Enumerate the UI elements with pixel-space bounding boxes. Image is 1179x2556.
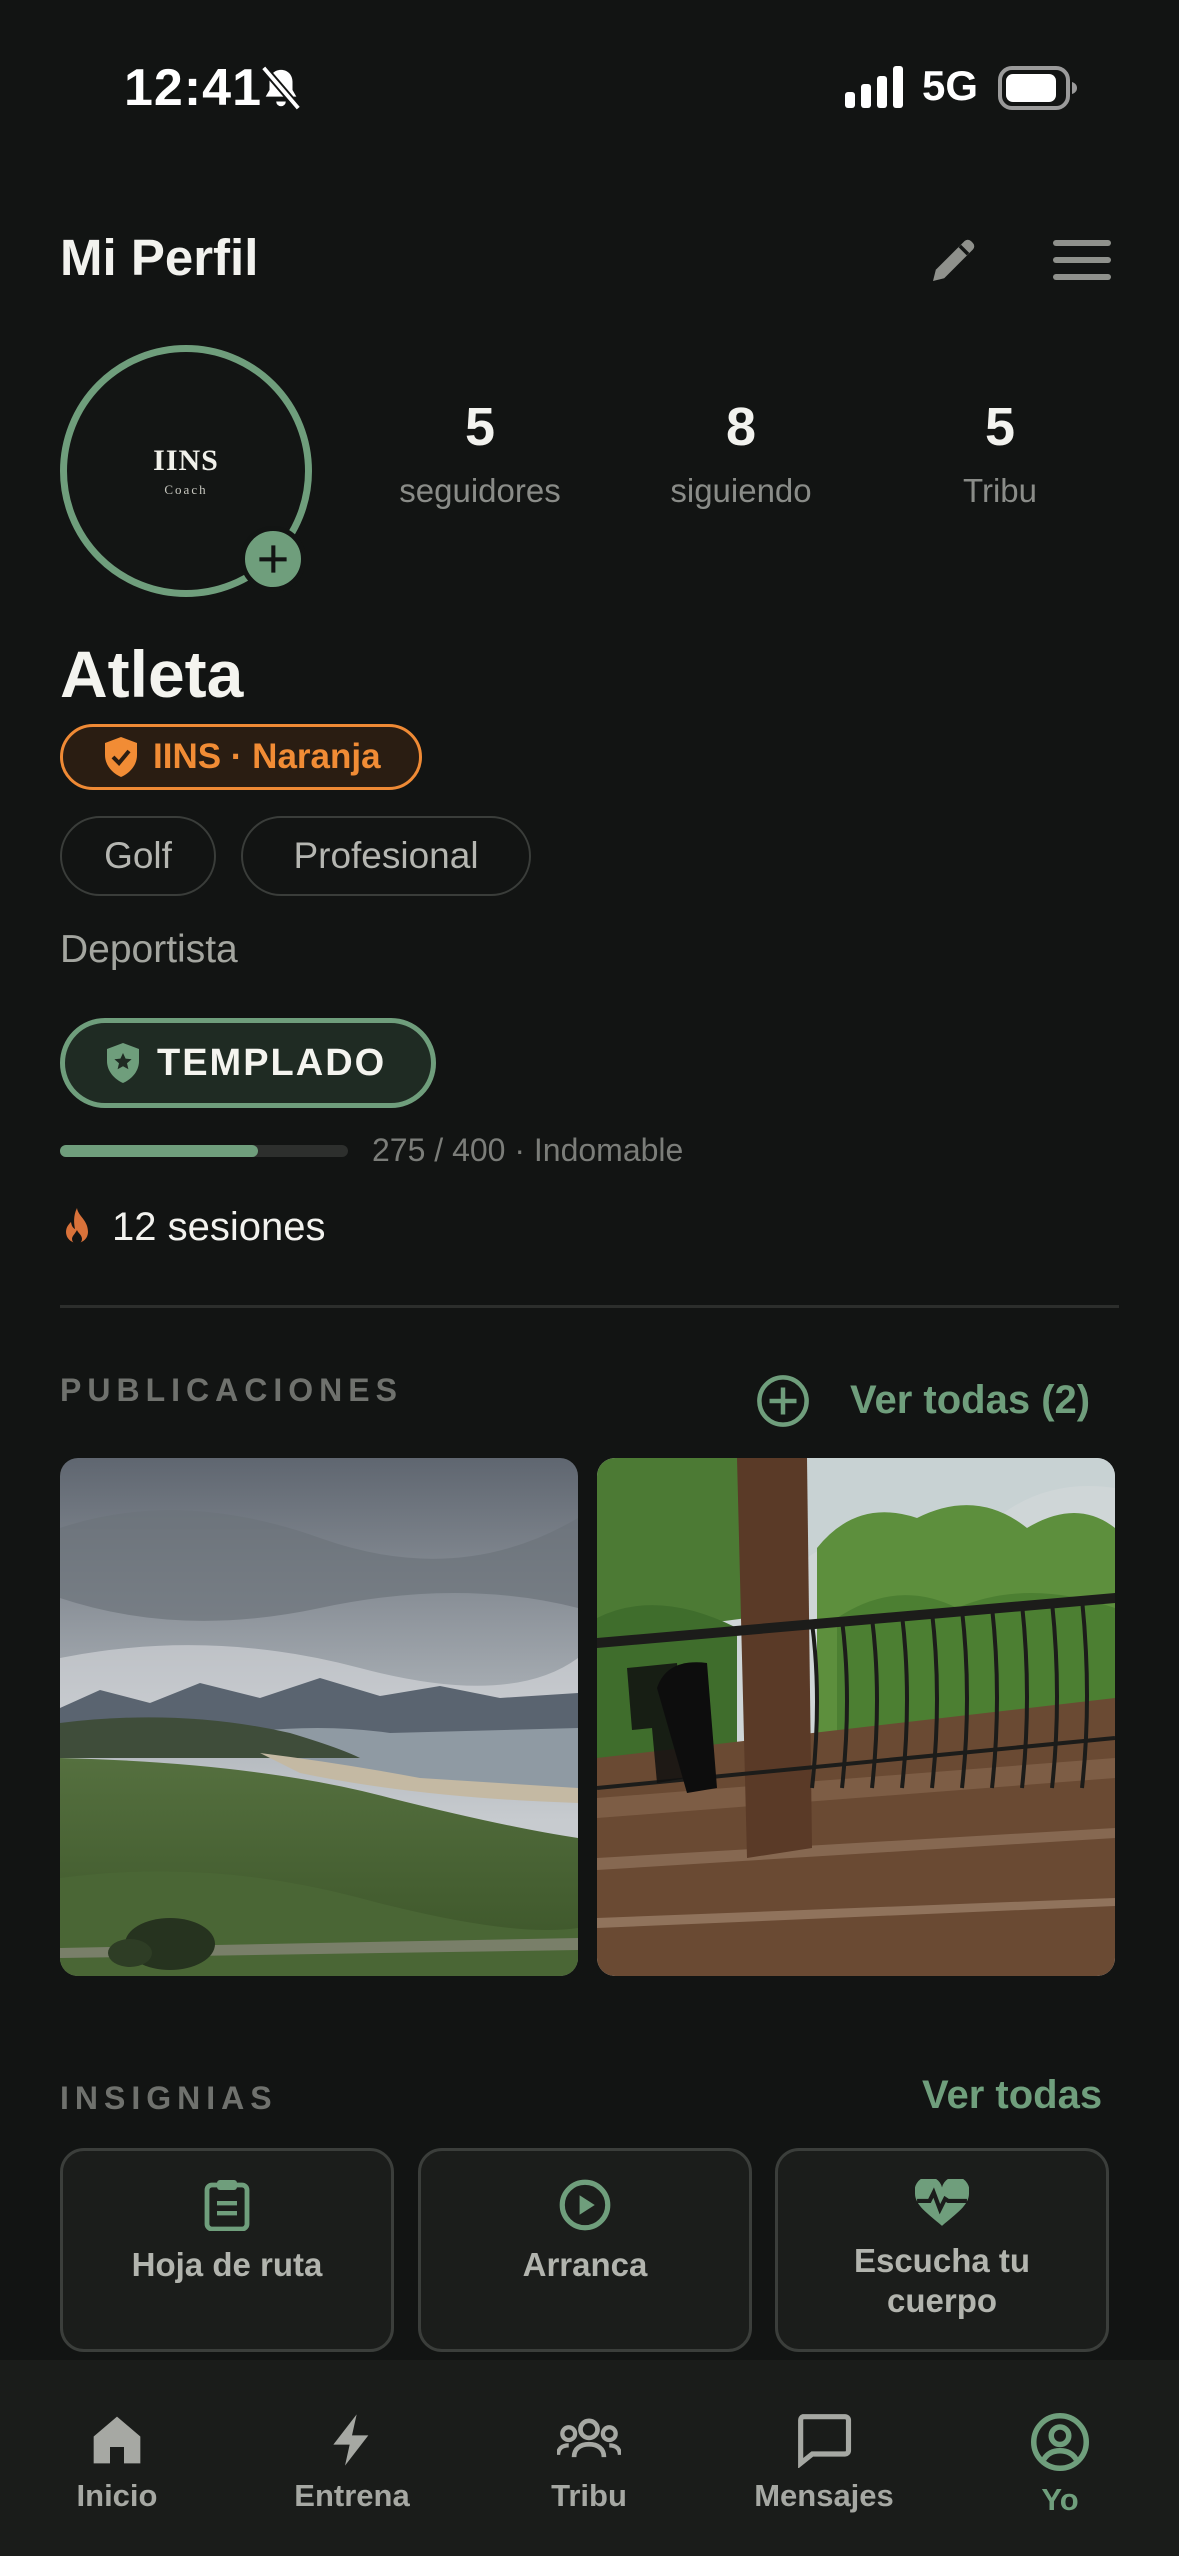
nav-label: Yo: [1041, 2482, 1079, 2517]
display-name: Atleta: [60, 637, 244, 711]
coastal-landscape-image: [60, 1458, 578, 1976]
battery-icon: [998, 66, 1077, 110]
status-time: 12:41: [124, 59, 262, 117]
nav-label: Entrena: [294, 2478, 410, 2513]
nav-label: Mensajes: [754, 2478, 894, 2513]
nav-label: Inicio: [76, 2478, 158, 2513]
nav-item-inicio[interactable]: Inicio: [27, 2412, 207, 2514]
badge-label: Escucha tu cuerpo: [853, 2242, 1031, 2319]
flame-icon: [66, 1207, 88, 1244]
avatar-logo-name: IINS: [153, 444, 219, 477]
nav-item-yo[interactable]: Yo: [970, 2412, 1150, 2518]
tag-chip[interactable]: Profesional: [241, 816, 531, 896]
nav-label: Tribu: [551, 2478, 627, 2513]
team-badge[interactable]: IINS · Naranja: [60, 724, 422, 790]
stat-tribe[interactable]: 5 Tribu: [900, 400, 1100, 510]
badge-card[interactable]: Escucha tu cuerpo: [775, 2148, 1109, 2352]
badge-card[interactable]: Arranca: [418, 2148, 752, 2352]
network-label: 5G: [922, 62, 979, 109]
group-icon: [557, 2418, 621, 2458]
level-badge[interactable]: TEMPLADO: [60, 1018, 436, 1108]
shield-star-icon: [107, 1043, 139, 1083]
badge-label: Hoja de ruta: [131, 2246, 323, 2283]
stat-following[interactable]: 8 siguiendo: [641, 400, 841, 510]
home-icon: [93, 2416, 141, 2464]
edit-profile-button[interactable]: [922, 228, 986, 292]
stat-label: Tribu: [963, 472, 1037, 509]
publication-photo-terrace[interactable]: [597, 1458, 1115, 1976]
terrace-railing-image: [597, 1458, 1115, 1976]
bell-muted-icon: [260, 65, 302, 111]
stat-label: siguiendo: [670, 472, 812, 509]
heart-pulse-icon: [915, 2179, 969, 2226]
level-label: TEMPLADO: [157, 1041, 387, 1084]
stat-label: seguidores: [399, 472, 561, 509]
pencil-icon: [933, 239, 975, 281]
avatar-logo-sub: Coach: [164, 482, 208, 497]
hamburger-icon: [1053, 240, 1111, 280]
badge-card[interactable]: Hoja de ruta: [60, 2148, 394, 2352]
stat-value: 5: [464, 397, 496, 457]
stat-followers[interactable]: 5 seguidores: [380, 400, 580, 510]
shield-check-icon: [105, 737, 137, 777]
sessions-label: 12 sesiones: [112, 1205, 326, 1249]
stat-value: 8: [725, 397, 757, 457]
sessions-count: 12 sesiones: [60, 1205, 325, 1250]
publication-photo-coast[interactable]: [60, 1458, 578, 1976]
publications-see-all-link[interactable]: Ver todas (2): [850, 1378, 1090, 1423]
play-circle-icon: [559, 2179, 611, 2231]
plus-icon: [259, 545, 287, 573]
signal-icon: [845, 66, 903, 108]
status-bar: 12:41 5G: [0, 0, 1179, 175]
section-divider: [60, 1305, 1119, 1308]
level-progress-bar: [60, 1145, 348, 1157]
chat-icon: [798, 2414, 852, 2468]
nav-item-tribu[interactable]: Tribu: [499, 2412, 679, 2514]
publications-title: PUBLICACIONES: [60, 1372, 403, 1408]
badge-label: Arranca: [522, 2246, 648, 2283]
add-publication-button[interactable]: [756, 1374, 810, 1428]
tag-chip[interactable]: Golf: [60, 816, 216, 896]
menu-button[interactable]: [1050, 228, 1114, 292]
clipboard-icon: [204, 2180, 250, 2231]
badges-see-all-link[interactable]: Ver todas: [922, 2073, 1102, 2118]
page-title: Mi Perfil: [60, 229, 259, 286]
team-badge-label: IINS · Naranja: [153, 737, 381, 776]
bottom-navigation: Inicio Entrena Tribu Mensajes Yo: [0, 2360, 1179, 2556]
bolt-icon: [333, 2414, 369, 2466]
role-text: Deportista: [60, 928, 238, 971]
add-avatar-button[interactable]: [240, 526, 306, 592]
level-progress-fill: [60, 1145, 258, 1157]
badges-title: INSIGNIAS: [60, 2080, 278, 2116]
user-circle-icon: [1031, 2413, 1089, 2471]
stat-value: 5: [984, 397, 1016, 457]
nav-item-entrena[interactable]: Entrena: [262, 2412, 442, 2514]
level-progress-text: 275 / 400 · Indomable: [372, 1132, 684, 1168]
nav-item-mensajes[interactable]: Mensajes: [734, 2412, 914, 2514]
